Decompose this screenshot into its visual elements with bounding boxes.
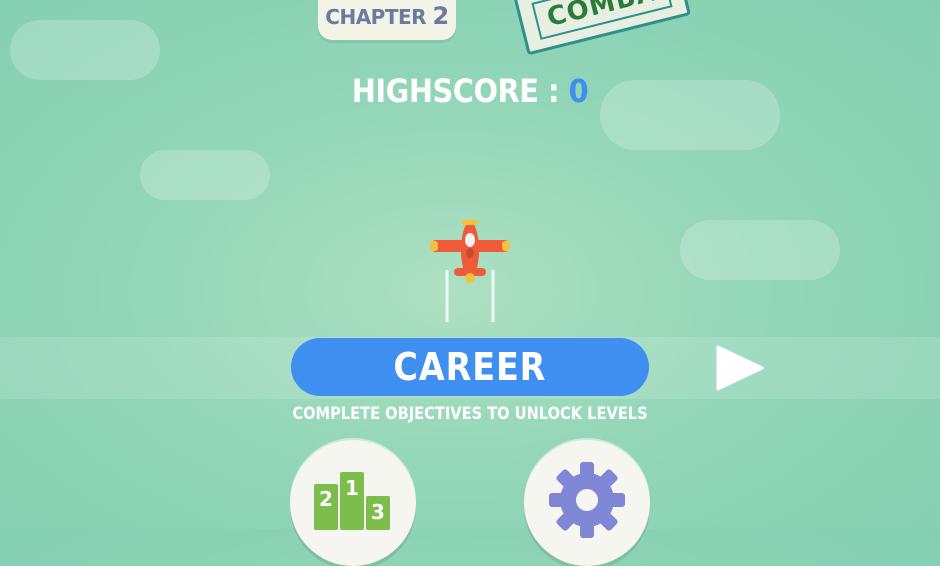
highscore-label: HIGHSCORE : — [351, 72, 569, 110]
gear-icon — [549, 462, 625, 538]
chapter-number: 2 — [432, 2, 450, 30]
highscore: HIGHSCORE : 0 — [47, 72, 893, 110]
chapter-word: CHAPTER — [325, 5, 427, 29]
background-cloud — [140, 150, 270, 200]
play-triangle-icon[interactable] — [716, 345, 764, 391]
settings-button[interactable] — [524, 440, 650, 566]
career-label: CAREER — [393, 345, 547, 389]
objectives-subtitle: COMPLETE OBJECTIVES TO UNLOCK LEVELS — [292, 404, 648, 424]
highscore-value: 0 — [568, 72, 589, 110]
plane-icon — [430, 220, 510, 322]
podium-icon: 2 1 3 — [314, 472, 390, 530]
background-cloud — [680, 220, 840, 280]
background-cloud — [10, 20, 160, 80]
stamp-label: COMBA — [544, 0, 660, 34]
chapter-label: CHAPTER 2 — [325, 2, 450, 30]
leaderboard-button[interactable]: 2 1 3 — [290, 440, 416, 566]
podium-first: 1 — [345, 476, 359, 500]
career-button[interactable]: CAREER — [291, 338, 649, 396]
mode-stamp: COMBA — [512, 0, 692, 56]
stamp-border: COMBA — [531, 0, 673, 40]
podium-third: 3 — [371, 500, 385, 524]
podium-second: 2 — [319, 487, 333, 511]
chapter-tab: CHAPTER 2 — [318, 0, 456, 40]
